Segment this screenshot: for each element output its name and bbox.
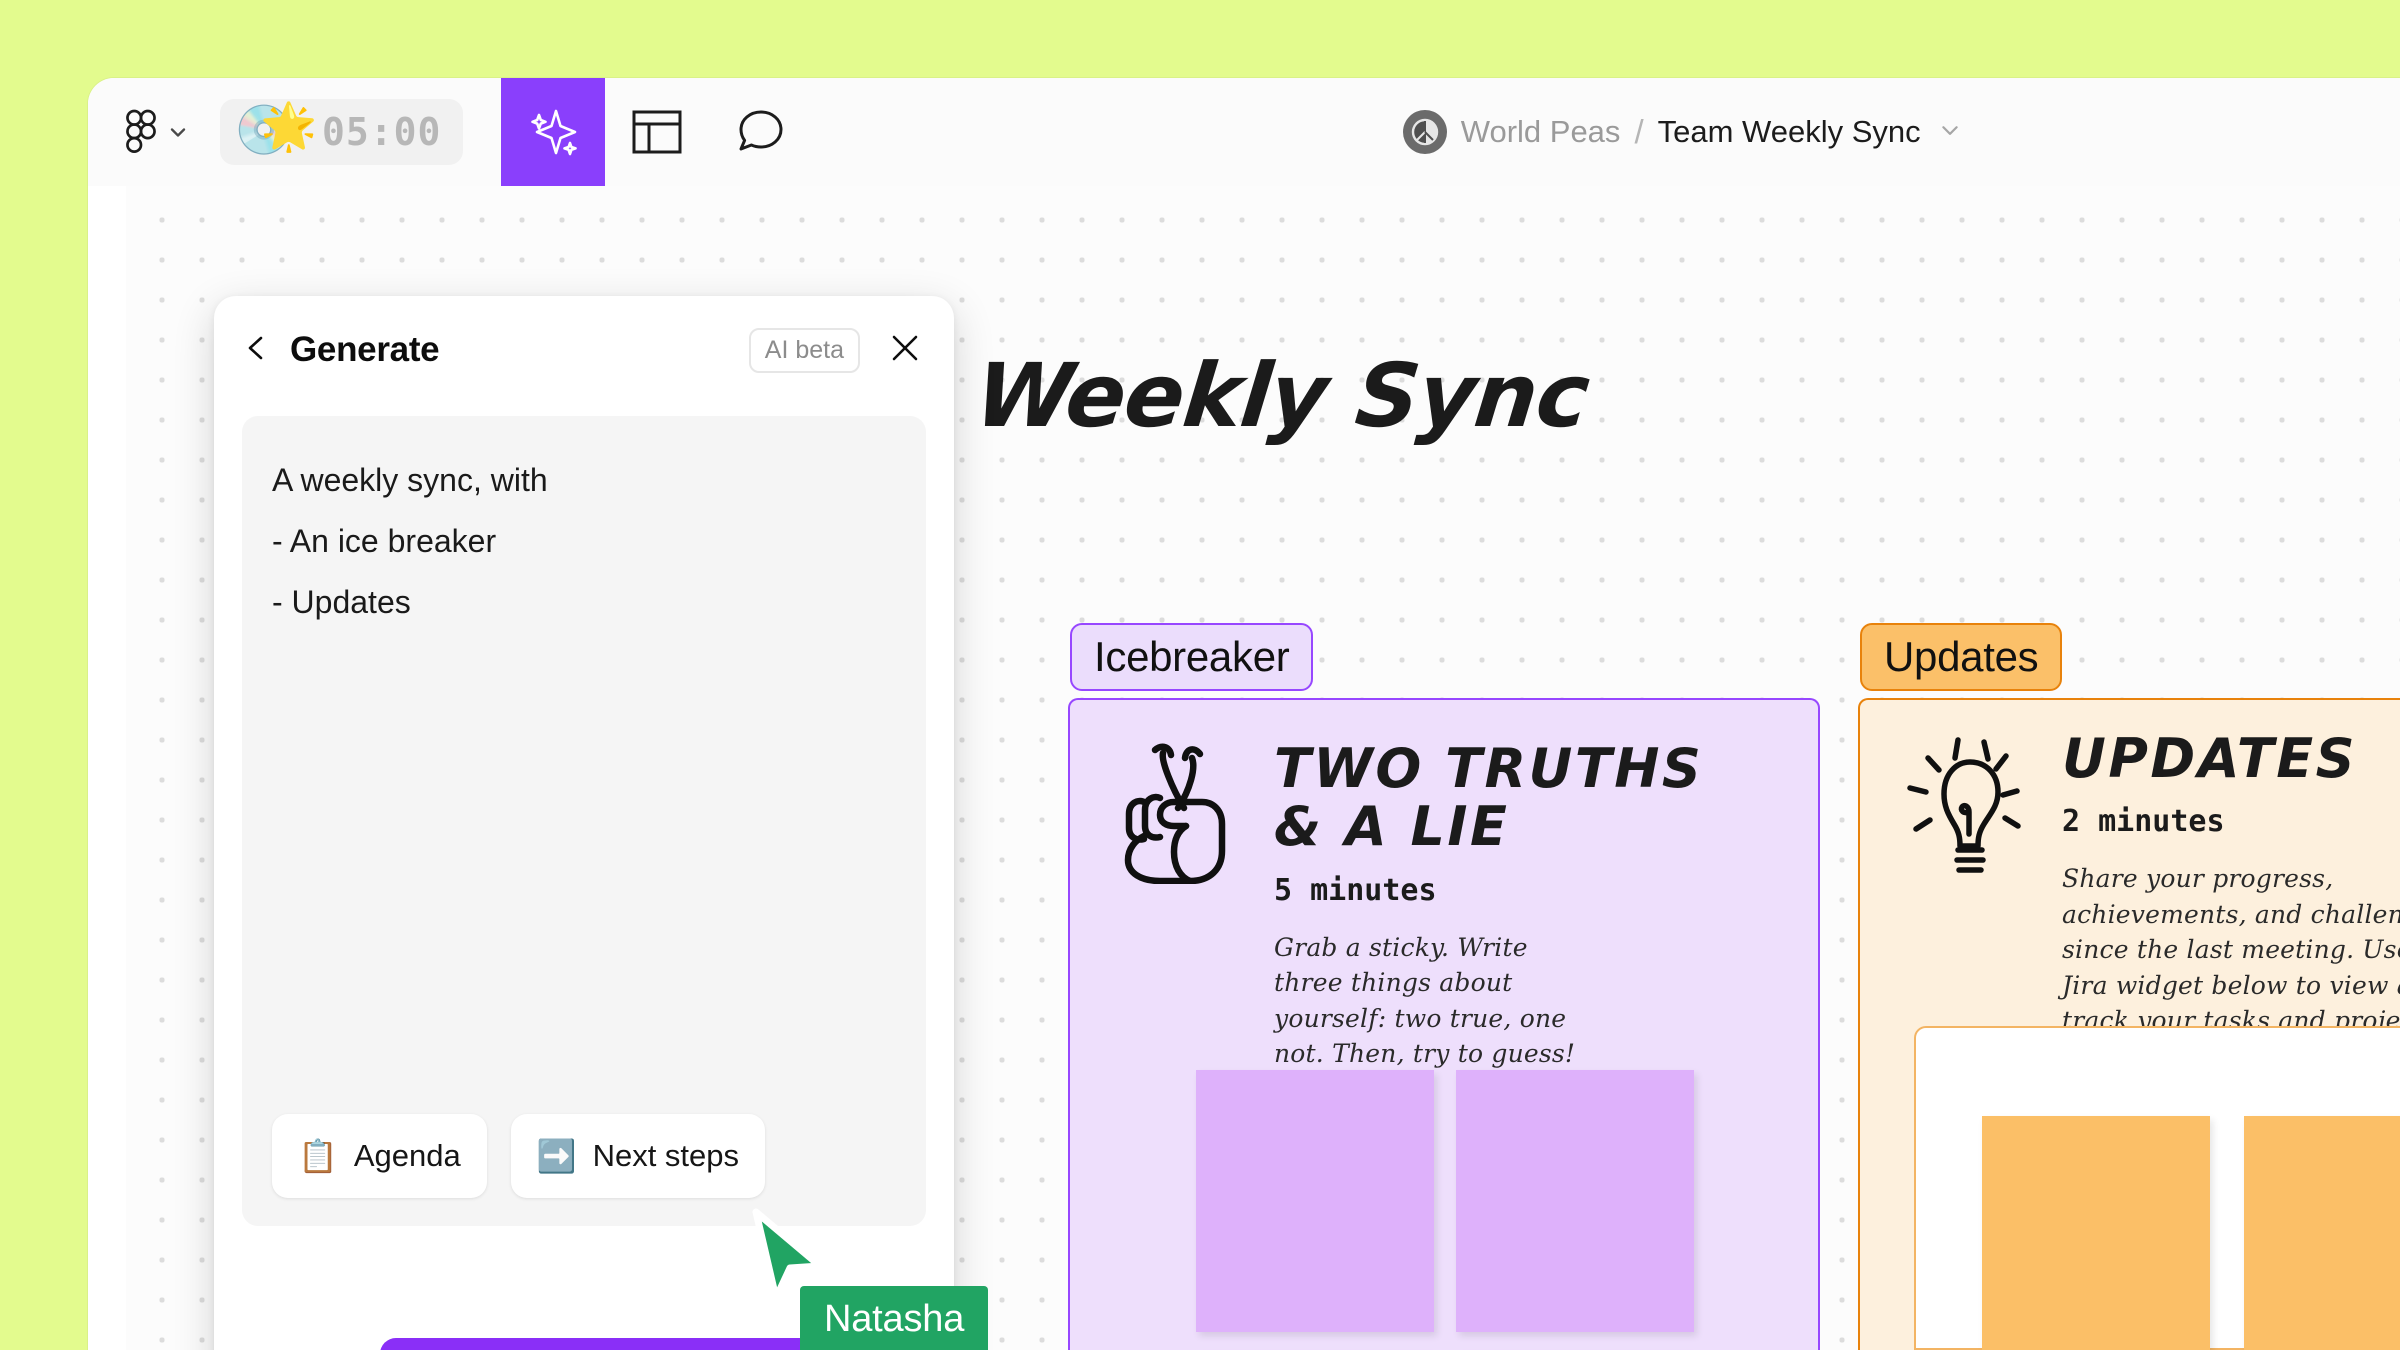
generate-panel-header: Generate AI beta [214, 296, 954, 404]
star-icon: 🌟 [260, 100, 318, 152]
breadcrumb: World Peas / Team Weekly Sync [1402, 110, 1961, 154]
updates-body: Share your progress, achievements, and c… [2062, 864, 2400, 1036]
updates-heading-line1: UPDATES [2062, 727, 2357, 790]
timer-emoji-group: 💿 🌟 [234, 103, 317, 161]
lightbulb-icon [1898, 734, 2038, 899]
sticky-note[interactable] [1456, 1070, 1694, 1332]
board-title[interactable]: Weekly Sync [971, 344, 1594, 447]
generate-panel-title: Generate [290, 330, 440, 369]
updates-card-head: UPDATES 2 minutes Share your progress, a… [2062, 727, 2400, 1039]
prompt-line-1: A weekly sync, with [272, 462, 548, 498]
toolbar-center: World Peas / Team Weekly Sync [813, 78, 2400, 186]
crossed-fingers-icon [1114, 736, 1238, 889]
chevron-down-icon[interactable] [168, 122, 188, 142]
peace-avatar-icon[interactable] [1402, 110, 1447, 154]
prompt-input[interactable]: A weekly sync, with - An ice breaker - U… [242, 416, 926, 1226]
arrow-right-icon: ➡️ [536, 1138, 577, 1174]
icebreaker-card-head: TWO TRUTHS & A LIE 5 minutes Grab a stic… [1274, 737, 1794, 1072]
comment-tool-button[interactable] [709, 78, 813, 186]
chip-next-steps[interactable]: ➡️ Next steps [510, 1114, 766, 1198]
page-root: 💿 🌟 05:00 World Peas / Team Weekly Sync … [0, 0, 2400, 1350]
icebreaker-duration: 5 minutes [1274, 872, 1437, 908]
ai-generate-panel[interactable]: Generate AI beta A weekly sync, with - A… [214, 296, 954, 1350]
chip-next-steps-label: Next steps [592, 1138, 740, 1173]
toolbar-tools [501, 78, 813, 186]
template-tool-button[interactable] [605, 78, 709, 186]
chip-agenda[interactable]: 📋 Agenda [272, 1114, 487, 1198]
section-card-icebreaker[interactable]: TWO TRUTHS & A LIE 5 minutes Grab a stic… [1068, 698, 1820, 1350]
timer-display: 05:00 [322, 110, 442, 154]
chevron-left-icon[interactable] [242, 333, 272, 368]
section-chip-icebreaker[interactable]: Icebreaker [1070, 623, 1314, 691]
suggestion-chips: 📋 Agenda ➡️ Next steps [272, 1114, 766, 1198]
breadcrumb-separator: / [1634, 113, 1644, 150]
breadcrumb-file[interactable]: Team Weekly Sync [1658, 114, 1921, 150]
comment-bubble-icon [736, 108, 786, 156]
template-icon [632, 110, 682, 154]
remote-cursor-label: Natasha [800, 1286, 989, 1350]
figjam-logo-icon[interactable] [124, 109, 158, 155]
clipboard-icon: 📋 [298, 1138, 338, 1174]
updates-duration: 2 minutes [2062, 804, 2225, 840]
sticky-note[interactable] [1196, 1070, 1434, 1332]
sparkle-icon [524, 103, 582, 161]
sticky-note[interactable] [2244, 1116, 2400, 1350]
jira-widget-panel[interactable] [1914, 1026, 2400, 1350]
icebreaker-heading-line1: TWO TRUTHS [1274, 737, 1704, 800]
app-window: 💿 🌟 05:00 World Peas / Team Weekly Sync … [88, 78, 2400, 1350]
toolbar-left-group: 💿 🌟 05:00 [88, 78, 464, 186]
chevron-down-icon[interactable] [1935, 119, 1961, 146]
close-icon[interactable] [878, 331, 922, 370]
prompt-line-2: - An ice breaker [272, 522, 497, 559]
sticky-note[interactable] [1982, 1116, 2210, 1350]
ai-beta-badge: AI beta [748, 327, 860, 373]
breadcrumb-team[interactable]: World Peas [1461, 114, 1621, 150]
ai-sparkle-tool-button[interactable] [501, 78, 606, 186]
canvas-left-gutter [88, 186, 126, 1350]
prompt-line-3: - Updates [272, 583, 411, 620]
section-chip-updates[interactable]: Updates [1860, 623, 2063, 691]
top-toolbar: 💿 🌟 05:00 World Peas / Team Weekly Sync [88, 78, 2400, 186]
icebreaker-heading-line2: & A LIE [1274, 795, 1510, 859]
timer-widget[interactable]: 💿 🌟 05:00 [220, 99, 464, 165]
chip-agenda-label: Agenda [353, 1138, 461, 1173]
icebreaker-body: Grab a sticky. Write three things about … [1274, 932, 1576, 1069]
